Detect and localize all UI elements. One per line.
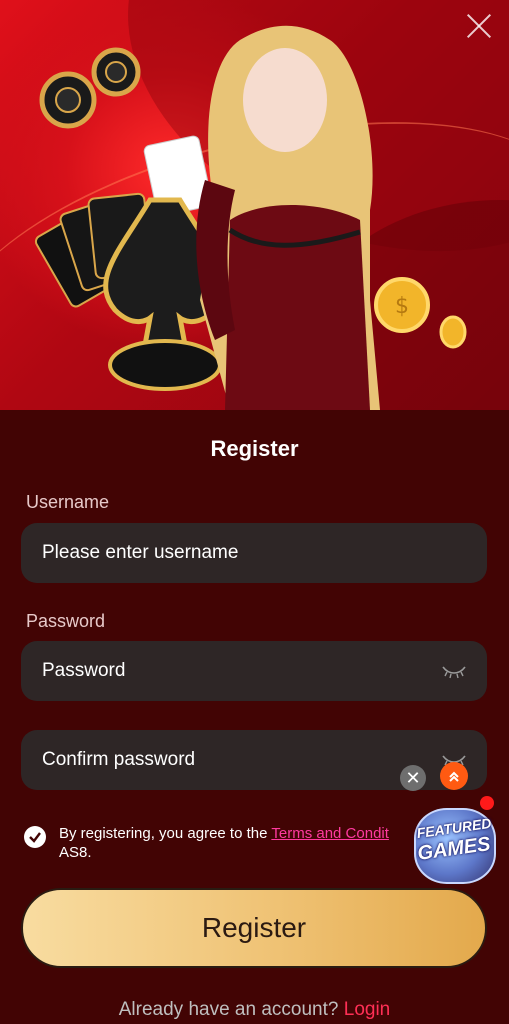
- login-prompt: Already have an account? Login: [0, 999, 509, 1021]
- model-figure: [196, 25, 380, 410]
- featured-games-widget[interactable]: FEATURED GAMES: [412, 796, 498, 884]
- agree-text-suffix: AS8.: [59, 844, 92, 861]
- password-placeholder: Password: [42, 660, 126, 681]
- terms-agreement: By registering, you agree to the Terms a…: [24, 824, 464, 862]
- register-form: Register Username Please enter username …: [0, 410, 509, 1024]
- svg-text:$: $: [395, 294, 409, 319]
- promo-banner: $: [0, 0, 509, 410]
- confirm-password-placeholder: Confirm password: [42, 749, 196, 770]
- username-label: Username: [26, 492, 110, 512]
- agree-text-prefix: By registering, you agree to the: [59, 825, 272, 842]
- close-button[interactable]: [463, 10, 495, 42]
- form-title: Register: [210, 436, 299, 461]
- banner-illustration: $: [34, 25, 467, 410]
- username-placeholder: Please enter username: [42, 542, 239, 563]
- chevron-up-icon[interactable]: [440, 762, 468, 790]
- eye-closed-icon[interactable]: [441, 663, 467, 679]
- chip-icon: [39, 47, 141, 129]
- terms-link[interactable]: Terms and Condit: [271, 825, 389, 842]
- login-link[interactable]: Login: [344, 999, 391, 1020]
- password-input[interactable]: Password: [21, 641, 487, 701]
- chip-stack-icon: [108, 339, 222, 391]
- have-account-text: Already have an account?: [118, 999, 344, 1020]
- widget-close-icon[interactable]: ✕: [400, 765, 426, 791]
- password-label: Password: [26, 611, 106, 631]
- checkbox-checked-icon[interactable]: [24, 826, 46, 848]
- gold-coin-icon: $: [374, 277, 467, 349]
- register-button[interactable]: Register: [21, 888, 487, 968]
- username-input[interactable]: Please enter username: [21, 523, 487, 583]
- notification-dot: [480, 796, 494, 810]
